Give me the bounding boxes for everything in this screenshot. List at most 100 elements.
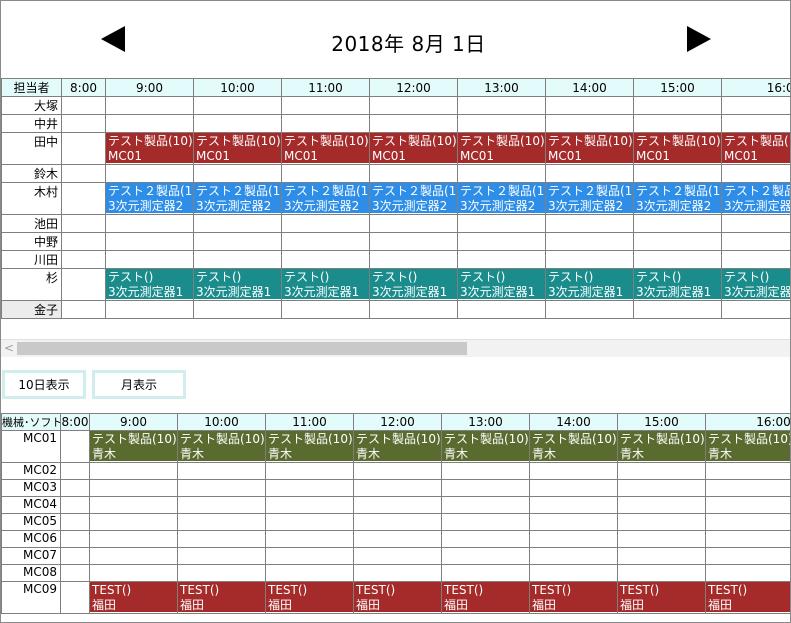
time-slot[interactable] bbox=[177, 564, 266, 582]
schedule-event[interactable]: テスト２製品(1)3次元測定器2 bbox=[634, 183, 721, 213]
time-slot[interactable] bbox=[633, 300, 722, 319]
schedule-event[interactable]: テスト()3次元測定器1 bbox=[370, 269, 457, 299]
time-slot[interactable] bbox=[617, 513, 706, 531]
time-slot[interactable] bbox=[89, 496, 178, 514]
schedule-event[interactable]: テスト２製品(1)3次元測定器2 bbox=[546, 183, 633, 213]
schedule-event[interactable]: テスト製品(10) 青木 bbox=[618, 431, 705, 461]
time-slot[interactable] bbox=[353, 462, 442, 480]
schedule-event[interactable]: テスト()3次元測定器1 bbox=[282, 269, 369, 299]
time-slot[interactable]: テスト()3次元測定器1 bbox=[633, 268, 722, 301]
time-slot[interactable] bbox=[89, 564, 178, 582]
time-slot[interactable] bbox=[369, 232, 458, 251]
time-slot[interactable] bbox=[617, 479, 706, 497]
time-slot[interactable] bbox=[529, 547, 618, 565]
schedule-event[interactable]: テスト製品(10) 青木 bbox=[178, 431, 265, 461]
time-slot[interactable] bbox=[177, 513, 266, 531]
time-slot[interactable] bbox=[369, 164, 458, 183]
time-slot[interactable] bbox=[617, 496, 706, 514]
time-slot[interactable] bbox=[457, 164, 546, 183]
time-slot[interactable] bbox=[529, 496, 618, 514]
time-slot[interactable] bbox=[105, 164, 194, 183]
time-slot[interactable]: テスト製品(10) 青木 bbox=[705, 430, 790, 463]
time-slot[interactable] bbox=[89, 547, 178, 565]
schedule-event[interactable]: テスト製品(10)MC01 bbox=[546, 133, 633, 163]
schedule-event[interactable]: テスト２製品(1)3次元測定器2 bbox=[370, 183, 457, 213]
schedule-event[interactable]: テスト製品(10)MC01 bbox=[722, 133, 790, 163]
time-slot[interactable] bbox=[441, 496, 530, 514]
time-slot[interactable] bbox=[281, 114, 370, 133]
time-slot[interactable] bbox=[177, 547, 266, 565]
time-slot[interactable] bbox=[61, 96, 106, 115]
schedule-event[interactable]: テスト()3次元測定器1 bbox=[722, 269, 790, 299]
time-slot[interactable] bbox=[61, 250, 106, 269]
time-slot[interactable] bbox=[193, 214, 282, 233]
time-slot[interactable] bbox=[705, 479, 790, 497]
time-slot[interactable] bbox=[721, 114, 790, 133]
time-slot[interactable] bbox=[60, 496, 90, 514]
schedule-event[interactable]: テスト製品(10) 青木 bbox=[442, 431, 529, 461]
time-slot[interactable]: テスト２製品(1)3次元測定器2 bbox=[457, 182, 546, 215]
time-slot[interactable] bbox=[353, 564, 442, 582]
time-slot[interactable]: テスト()3次元測定器1 bbox=[105, 268, 194, 301]
time-slot[interactable]: TEST() 福田 bbox=[441, 581, 530, 614]
time-slot[interactable] bbox=[61, 114, 106, 133]
time-slot[interactable] bbox=[89, 513, 178, 531]
schedule-event[interactable]: テスト２製品(1)3次元測定器2 bbox=[722, 183, 790, 213]
time-slot[interactable] bbox=[369, 250, 458, 269]
schedule-event[interactable]: テスト製品(10) 青木 bbox=[706, 431, 790, 461]
time-slot[interactable] bbox=[281, 96, 370, 115]
time-slot[interactable] bbox=[457, 250, 546, 269]
time-slot[interactable] bbox=[193, 300, 282, 319]
schedule-event[interactable]: テスト製品(10)MC01 bbox=[634, 133, 721, 163]
time-slot[interactable]: テスト()3次元測定器1 bbox=[721, 268, 790, 301]
schedule-event[interactable]: TEST() 福田 bbox=[178, 582, 265, 612]
time-slot[interactable] bbox=[441, 513, 530, 531]
time-slot[interactable] bbox=[545, 114, 634, 133]
time-slot[interactable] bbox=[105, 214, 194, 233]
time-slot[interactable]: TEST() 福田 bbox=[705, 581, 790, 614]
time-slot[interactable] bbox=[457, 214, 546, 233]
time-slot[interactable] bbox=[529, 513, 618, 531]
time-slot[interactable] bbox=[721, 232, 790, 251]
schedule-event[interactable]: テスト製品(10)MC01 bbox=[370, 133, 457, 163]
time-slot[interactable] bbox=[105, 96, 194, 115]
schedule-event[interactable]: テスト２製品(1)3次元測定器2 bbox=[106, 183, 193, 213]
time-slot[interactable]: テスト２製品(1)3次元測定器2 bbox=[369, 182, 458, 215]
time-slot[interactable] bbox=[441, 479, 530, 497]
scroll-left-arrow-icon[interactable]: < bbox=[4, 341, 14, 355]
time-slot[interactable] bbox=[61, 268, 106, 301]
schedule-event[interactable]: TEST() 福田 bbox=[706, 582, 790, 612]
time-slot[interactable] bbox=[617, 564, 706, 582]
time-slot[interactable] bbox=[105, 250, 194, 269]
schedule-event[interactable]: TEST() 福田 bbox=[530, 582, 617, 612]
schedule-event[interactable]: TEST() 福田 bbox=[354, 582, 441, 612]
time-slot[interactable] bbox=[177, 462, 266, 480]
time-slot[interactable] bbox=[617, 462, 706, 480]
time-slot[interactable] bbox=[193, 232, 282, 251]
time-slot[interactable] bbox=[529, 479, 618, 497]
time-slot[interactable] bbox=[705, 547, 790, 565]
time-slot[interactable] bbox=[193, 164, 282, 183]
time-slot[interactable] bbox=[281, 300, 370, 319]
time-slot[interactable]: テスト()3次元測定器1 bbox=[193, 268, 282, 301]
time-slot[interactable] bbox=[441, 547, 530, 565]
time-slot[interactable] bbox=[265, 513, 354, 531]
time-slot[interactable] bbox=[60, 581, 90, 614]
time-slot[interactable]: テスト()3次元測定器1 bbox=[457, 268, 546, 301]
time-slot[interactable] bbox=[265, 530, 354, 548]
schedule-event[interactable]: テスト２製品(1)3次元測定器2 bbox=[458, 183, 545, 213]
time-slot[interactable]: テスト製品(10)MC01 bbox=[545, 132, 634, 165]
time-slot[interactable] bbox=[369, 300, 458, 319]
time-slot[interactable]: TEST() 福田 bbox=[177, 581, 266, 614]
time-slot[interactable] bbox=[61, 300, 106, 319]
time-slot[interactable] bbox=[705, 496, 790, 514]
time-slot[interactable] bbox=[177, 479, 266, 497]
time-slot[interactable] bbox=[60, 564, 90, 582]
time-slot[interactable] bbox=[193, 114, 282, 133]
time-slot[interactable] bbox=[105, 114, 194, 133]
time-slot[interactable] bbox=[705, 564, 790, 582]
time-slot[interactable] bbox=[60, 430, 90, 463]
schedule-event[interactable]: TEST() 福田 bbox=[618, 582, 705, 612]
scrollbar-thumb[interactable] bbox=[17, 342, 467, 355]
time-slot[interactable] bbox=[177, 530, 266, 548]
